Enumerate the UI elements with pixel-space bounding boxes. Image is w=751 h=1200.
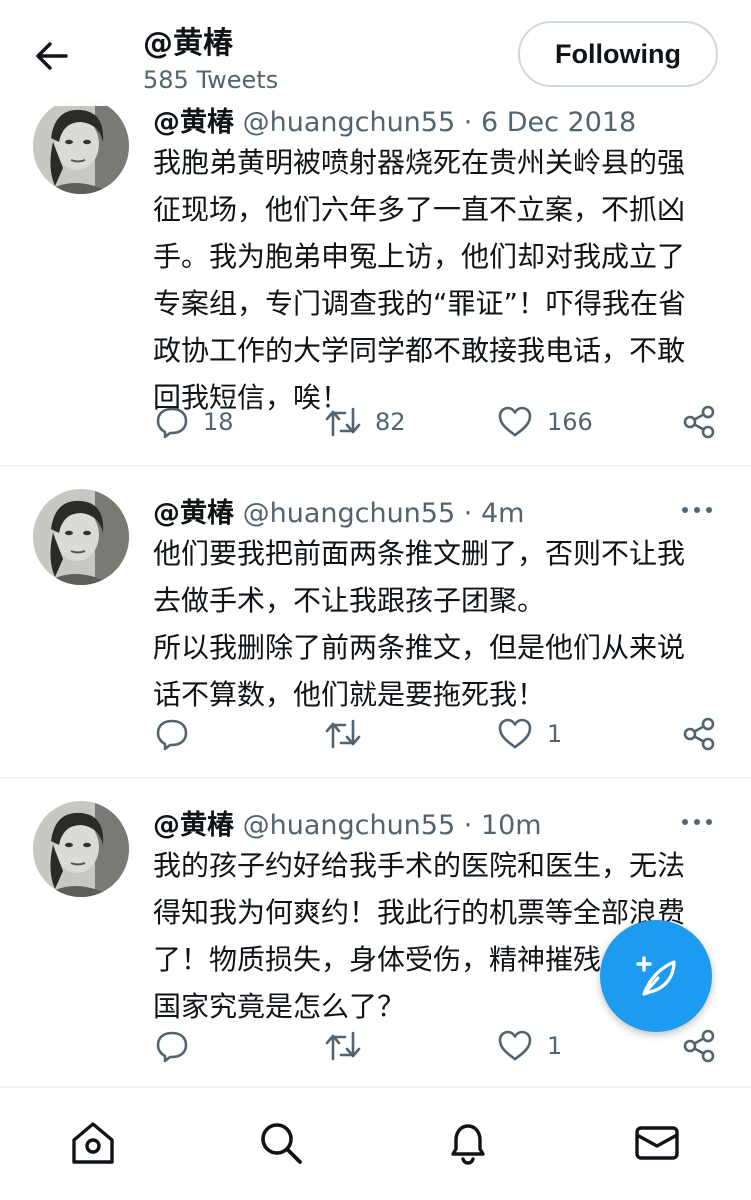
nav-messages[interactable] (632, 1118, 682, 1168)
bell-icon (451, 1124, 485, 1165)
author-handle[interactable]: @huangchun55 (243, 107, 456, 138)
retweet-icon (325, 407, 361, 437)
tweet-count: 585 Tweets (143, 66, 279, 94)
author-name[interactable]: @黄椿 (153, 107, 234, 138)
profile-header: @黄椿 585 Tweets Following (0, 0, 751, 106)
nav-home[interactable] (68, 1118, 118, 1168)
following-button[interactable]: Following (518, 21, 718, 87)
like-count: 166 (547, 408, 593, 436)
tweet-text-line: 我的孩子约好给我手术的医院和医生，无法 (153, 849, 686, 882)
retweet-icon (325, 1031, 361, 1061)
reply-button[interactable] (155, 1029, 189, 1063)
reply-button[interactable]: 18 (155, 405, 234, 439)
author-name[interactable]: @黄椿 (153, 810, 234, 841)
profile-name-title: @黄椿 (143, 26, 233, 61)
nav-notifications[interactable] (443, 1118, 493, 1168)
share-icon (683, 405, 715, 439)
tweet-text: 我胞弟黄明被喷射器烧死在贵州关岭县的强 征现场，他们六年多了一直不立案，不抓凶 … (153, 139, 723, 421)
tweet-item[interactable]: @黄椿 @huangchun55 · 4m 他们要我把前面两条推文删了，否则不让… (0, 467, 751, 777)
back-button[interactable] (30, 34, 74, 78)
compose-tweet-button[interactable] (600, 920, 712, 1032)
separator-dot: · (463, 498, 473, 529)
reply-button[interactable] (155, 717, 189, 751)
avatar[interactable] (33, 801, 129, 897)
search-icon (261, 1123, 302, 1164)
avatar-photo (33, 98, 129, 194)
tweet-header: @黄椿 @huangchun55 · 4m (153, 491, 524, 530)
retweet-button[interactable] (325, 1029, 361, 1063)
tweet-text-line: 话不算数，他们就是要拖死我！ (153, 678, 546, 711)
reply-count: 18 (203, 408, 234, 436)
retweet-icon (325, 719, 361, 749)
like-button[interactable]: 166 (497, 405, 593, 439)
author-name[interactable]: @黄椿 (153, 498, 234, 529)
tweet-text-line: 去做手术，不让我跟孩子团聚。 (153, 584, 546, 617)
like-count: 1 (547, 720, 563, 748)
share-icon (683, 717, 715, 751)
comment-icon (156, 719, 188, 751)
tweet-text-line: 专案组，专门调查我的“罪证”！吓得我在省 (153, 287, 687, 320)
tweet-text-line: 所以我删除了前两条推文，但是他们从来说 (153, 631, 686, 664)
heart-icon (498, 1030, 532, 1061)
mail-icon (635, 1126, 679, 1160)
author-handle[interactable]: @huangchun55 (243, 498, 456, 529)
avatar-photo (33, 801, 129, 897)
tweet-text-line: 政协工作的大学同学都不敢接我电话，不敢 (153, 334, 686, 367)
comment-icon (156, 407, 188, 439)
retweet-count: 82 (375, 408, 406, 436)
tweet-text-line: 征现场，他们六年多了一直不立案，不抓凶 (153, 193, 686, 226)
tweet-header: @黄椿 @huangchun55 · 10m (153, 803, 542, 842)
avatar[interactable] (33, 489, 129, 585)
tweet-time[interactable]: 6 Dec 2018 (481, 107, 636, 138)
like-button[interactable]: 1 (497, 1029, 562, 1063)
retweet-button[interactable] (325, 717, 361, 751)
share-button[interactable] (682, 405, 716, 439)
tweet-text-line: 我胞弟黄明被喷射器烧死在贵州关岭县的强 (153, 146, 686, 179)
tweet-text: 他们要我把前面两条推文删了，否则不让我 去做手术，不让我跟孩子团聚。 所以我删除… (153, 530, 723, 718)
home-icon (72, 1122, 114, 1164)
profile-timeline-screen: @黄椿 585 Tweets Following @黄椿 @huangchun5… (0, 0, 751, 1200)
tweet-text-line: 手。我为胞弟申冤上访，他们却对我成立了 (153, 240, 686, 273)
retweet-button[interactable]: 82 (325, 405, 406, 439)
comment-icon (156, 1031, 188, 1063)
arrow-left-icon (36, 42, 68, 70)
share-icon (683, 1029, 715, 1063)
nav-search[interactable] (256, 1118, 306, 1168)
separator-dot: · (463, 107, 473, 138)
avatar-photo (33, 489, 129, 585)
avatar[interactable] (33, 98, 129, 194)
author-handle[interactable]: @huangchun55 (243, 810, 456, 841)
tweet-text-line: 他们要我把前面两条推文删了，否则不让我 (153, 537, 686, 570)
like-button[interactable]: 1 (497, 717, 562, 751)
tweet-time[interactable]: 4m (481, 498, 524, 529)
bottom-navigation (0, 1086, 751, 1200)
like-count: 1 (547, 1032, 563, 1060)
more-dots-icon[interactable] (680, 817, 714, 827)
more-dots-icon[interactable] (680, 505, 714, 515)
share-button[interactable] (682, 717, 716, 751)
tweet-text-line: 回我短信，唉！ (153, 381, 350, 414)
heart-icon (498, 718, 532, 749)
share-button[interactable] (682, 1029, 716, 1063)
separator-dot: · (463, 810, 473, 841)
tweet-time[interactable]: 10m (481, 810, 542, 841)
heart-icon (498, 406, 532, 437)
compose-feather-icon (636, 956, 676, 996)
